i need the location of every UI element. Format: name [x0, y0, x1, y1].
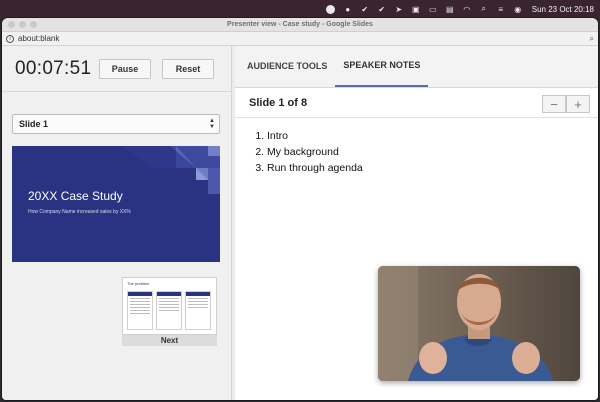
address-bar: i about:blank ⌕: [2, 32, 598, 46]
window-title: Presenter view - Case study - Google Sli…: [227, 21, 373, 28]
box-icon[interactable]: ▣: [411, 4, 421, 14]
slide-subtitle: How Company Name increased sales by XX%: [28, 209, 131, 215]
reset-button[interactable]: Reset: [162, 58, 214, 79]
minimize-button[interactable]: [19, 21, 26, 28]
dot-icon[interactable]: ●: [343, 4, 353, 14]
slide-select-value: Slide 1: [19, 119, 49, 129]
next-label[interactable]: Next: [122, 335, 217, 346]
title-bar[interactable]: Presenter view - Case study - Google Sli…: [2, 18, 598, 32]
menubar-clock[interactable]: Sun 23 Oct 20:18: [532, 5, 594, 14]
wifi-icon[interactable]: ◠: [462, 4, 472, 14]
pause-button[interactable]: Pause: [99, 58, 151, 79]
next-slide-column: [127, 291, 153, 330]
slide-select[interactable]: Slide 1 ▲ ▼: [12, 114, 220, 134]
siri-icon[interactable]: ◉: [513, 4, 523, 14]
current-slide-preview[interactable]: 20XX Case Study How Company Name increas…: [12, 146, 220, 262]
tab-bar: AUDIENCE TOOLS SPEAKER NOTES: [235, 46, 598, 88]
tab-audience-tools[interactable]: AUDIENCE TOOLS: [235, 45, 335, 87]
tab-speaker-notes[interactable]: SPEAKER NOTES: [335, 45, 429, 87]
next-slide-column: [156, 291, 182, 330]
zoom-out-button[interactable]: −: [542, 95, 566, 113]
timer-row: 00:07:51 Pause Reset: [2, 46, 231, 92]
magnify-icon[interactable]: ⌕: [590, 34, 594, 44]
bird-icon[interactable]: ➤: [394, 4, 404, 14]
note-item: Run through agenda: [267, 160, 598, 176]
slide-panel: 00:07:51 Pause Reset Slide 1 ▲ ▼ 20XX Ca…: [2, 46, 232, 400]
next-slide-title: The problem: [127, 281, 150, 286]
zoom-in-button[interactable]: +: [566, 95, 590, 113]
battery-icon[interactable]: ▭: [428, 4, 438, 14]
search-icon[interactable]: ⌕: [479, 4, 489, 14]
control-center-icon[interactable]: ≡: [496, 4, 506, 14]
display-icon[interactable]: ▤: [445, 4, 455, 14]
next-slide-column: [185, 291, 211, 330]
info-icon[interactable]: i: [6, 34, 14, 43]
webcam-video[interactable]: [378, 266, 580, 381]
slide-decoration: [122, 146, 220, 194]
slide-title: 20XX Case Study: [28, 189, 123, 203]
note-item: My background: [267, 144, 598, 160]
select-arrows-icon: ▲ ▼: [209, 118, 215, 130]
elapsed-timer: 00:07:51: [15, 57, 92, 79]
note-item: Intro: [267, 128, 598, 144]
close-button[interactable]: [8, 21, 15, 28]
check-icon[interactable]: ✔: [360, 4, 370, 14]
window-controls: [8, 21, 37, 28]
next-slide-preview[interactable]: The problem: [122, 277, 217, 335]
notes-zoom-controls: − +: [542, 95, 590, 113]
check-circle-icon[interactable]: ✔: [377, 4, 387, 14]
screen: ● ✔ ✔ ➤ ▣ ▭ ▤ ◠ ⌕ ≡ ◉ Sun 23 Oct 20:18 P…: [0, 0, 600, 402]
zoom-button[interactable]: [30, 21, 37, 28]
slide-counter: Slide 1 of 8: [249, 96, 308, 109]
record-icon[interactable]: [326, 4, 336, 14]
menu-bar: ● ✔ ✔ ➤ ▣ ▭ ▤ ◠ ⌕ ≡ ◉ Sun 23 Oct 20:18: [0, 0, 600, 18]
webcam-image: [378, 266, 580, 381]
address-text: about:blank: [18, 34, 60, 43]
speaker-notes-list: Intro My background Run through agenda: [235, 118, 598, 176]
